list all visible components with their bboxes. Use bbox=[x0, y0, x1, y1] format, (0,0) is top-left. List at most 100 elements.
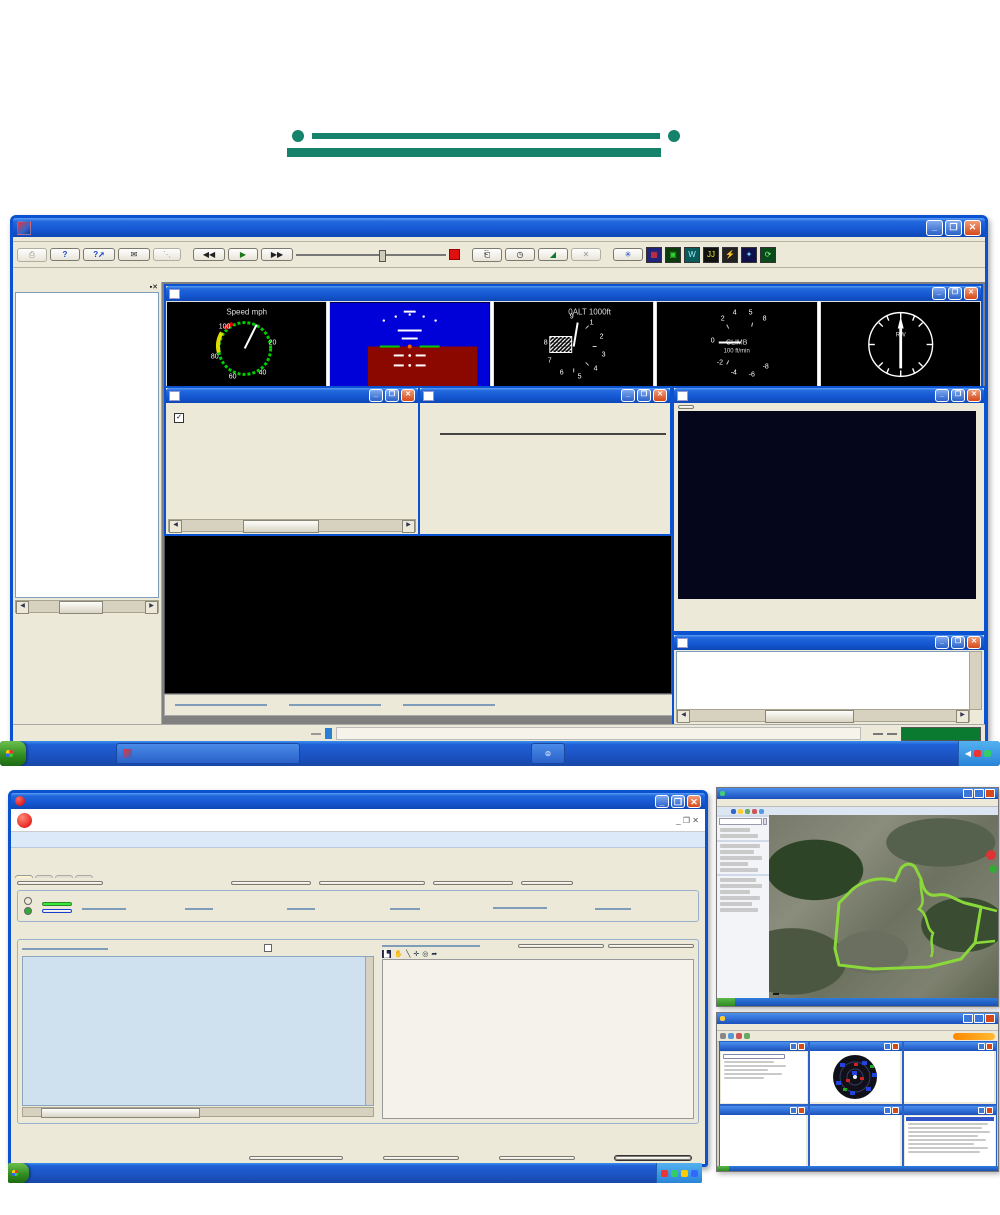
save-signal-button[interactable] bbox=[231, 881, 311, 885]
plot-zoom-icon[interactable]: ▙ bbox=[382, 950, 391, 958]
lp-close-button[interactable]: ✕ bbox=[687, 795, 701, 808]
map-window-icon[interactable]: ▣ bbox=[665, 247, 681, 263]
plot-type-select[interactable] bbox=[382, 945, 480, 947]
power-adjustment-titlebar[interactable]: _❐✕ bbox=[166, 388, 418, 403]
save-button[interactable] bbox=[499, 1156, 575, 1160]
plg-close-button[interactable]: ✕ bbox=[653, 389, 667, 402]
layout-icon[interactable]: ✳ bbox=[613, 248, 643, 261]
plot-export-icon[interactable]: ➦ bbox=[431, 950, 437, 958]
gnss-close[interactable] bbox=[985, 1014, 995, 1023]
plot-pan-icon[interactable]: ✋ bbox=[394, 950, 403, 958]
sky-plot-titlebar[interactable]: _❐✕ bbox=[674, 388, 984, 403]
gnss-tool-3[interactable] bbox=[736, 1033, 742, 1039]
ge-min[interactable] bbox=[963, 789, 973, 798]
lp-minimize-button[interactable]: _ bbox=[655, 795, 669, 808]
plot-line-icon[interactable]: ╲ bbox=[406, 950, 410, 958]
tray2-icon-green[interactable] bbox=[671, 1170, 678, 1177]
ge-max[interactable] bbox=[974, 789, 984, 798]
refresh-icon[interactable]: ⟳ bbox=[760, 247, 776, 263]
speed-slider[interactable] bbox=[296, 250, 446, 260]
printer-icon[interactable]: ⎙ bbox=[17, 248, 47, 262]
message-log-icon[interactable]: ✉ bbox=[118, 248, 150, 261]
auto-range-button[interactable] bbox=[42, 909, 72, 913]
recalculate-button[interactable] bbox=[518, 944, 604, 948]
ext-atten-input[interactable] bbox=[185, 908, 213, 910]
ge-close[interactable] bbox=[985, 789, 995, 798]
lp-restore-button[interactable]: ❐ bbox=[671, 795, 685, 808]
gnss-tool-1[interactable] bbox=[720, 1033, 726, 1039]
gnss-min[interactable] bbox=[963, 1014, 973, 1023]
graph-icon[interactable]: ◢ bbox=[538, 248, 568, 261]
vd-minimize-button[interactable]: _ bbox=[932, 287, 946, 300]
tray2-icon-yellow[interactable] bbox=[681, 1170, 688, 1177]
ge-tool-4[interactable] bbox=[752, 809, 757, 814]
close-button[interactable]: ✕ bbox=[964, 220, 981, 236]
msg-restore-button[interactable]: ❐ bbox=[951, 636, 965, 649]
litepoint-titlebar[interactable]: _❐✕ bbox=[11, 793, 705, 809]
restore-button[interactable]: ❐ bbox=[945, 220, 962, 236]
gnss-titlebar[interactable] bbox=[717, 1013, 998, 1024]
select-tool-icon[interactable]: ⎗ bbox=[472, 248, 502, 262]
vd-restore-button[interactable]: ❐ bbox=[948, 287, 962, 300]
vd-close-button[interactable]: ✕ bbox=[964, 287, 978, 300]
load-defaults-button[interactable] bbox=[249, 1156, 343, 1160]
ge-search-button[interactable] bbox=[763, 818, 767, 825]
stop-icon[interactable] bbox=[449, 249, 460, 260]
context-help-icon[interactable]: ?➚ bbox=[83, 248, 115, 261]
levels-window-icon[interactable]: W bbox=[684, 247, 700, 263]
sky-properties-button[interactable] bbox=[678, 405, 694, 409]
ge-tool-3[interactable] bbox=[745, 809, 750, 814]
minimize-button[interactable]: _ bbox=[926, 220, 943, 236]
trigger-level-input[interactable] bbox=[390, 908, 420, 910]
msg-minimize-button[interactable]: _ bbox=[935, 636, 949, 649]
taskbar-task-simreplay[interactable] bbox=[116, 743, 300, 764]
fast-forward-icon[interactable]: ▶▶ bbox=[261, 248, 293, 261]
gnss-tool-4[interactable] bbox=[744, 1033, 750, 1039]
tab-nc-per[interactable] bbox=[75, 875, 93, 878]
msg-close-button[interactable]: ✕ bbox=[967, 636, 981, 649]
ge-tool-5[interactable] bbox=[759, 809, 764, 814]
gnss-tool-2[interactable] bbox=[728, 1033, 734, 1039]
ge-search-input[interactable] bbox=[719, 818, 762, 825]
height-field[interactable] bbox=[403, 704, 495, 706]
pa-restore-button[interactable]: ❐ bbox=[385, 389, 399, 402]
load-button[interactable] bbox=[383, 1156, 459, 1160]
rewind-icon[interactable]: ◀◀ bbox=[193, 248, 225, 261]
save-demod-button[interactable] bbox=[319, 881, 425, 885]
msg-hscrollbar[interactable]: ◀▶ bbox=[676, 709, 970, 722]
pa-hscrollbar[interactable]: ◀▶ bbox=[168, 519, 416, 532]
results-vscrollbar[interactable] bbox=[365, 957, 373, 1105]
plg-restore-button[interactable]: ❐ bbox=[637, 389, 651, 402]
plot-marker-icon[interactable]: ✛ bbox=[413, 950, 419, 958]
sky-restore-button[interactable]: ❐ bbox=[951, 389, 965, 402]
system-messages-titlebar[interactable]: _❐✕ bbox=[674, 635, 984, 650]
pa-close-button[interactable]: ✕ bbox=[401, 389, 415, 402]
vehicle-dynamics-titlebar[interactable]: _ ❐ ✕ bbox=[166, 286, 981, 301]
ge-tool-1[interactable] bbox=[731, 809, 736, 814]
stop-button[interactable] bbox=[42, 902, 72, 906]
longitude-field[interactable] bbox=[289, 704, 381, 706]
log-button[interactable] bbox=[521, 881, 573, 885]
plot-reset-icon[interactable]: ◎ bbox=[422, 950, 428, 958]
tray2-icon-red[interactable] bbox=[661, 1170, 668, 1177]
plg-minimize-button[interactable]: _ bbox=[621, 389, 635, 402]
radio-single[interactable] bbox=[24, 897, 32, 907]
log-checkbox[interactable] bbox=[264, 944, 272, 954]
tray-icon-red[interactable] bbox=[974, 750, 981, 757]
max-signal-input[interactable] bbox=[287, 908, 315, 910]
sky-minimize-button[interactable]: _ bbox=[935, 389, 949, 402]
simreplay-titlebar[interactable]: _ ❐ ✕ bbox=[13, 218, 985, 237]
open-signal-button[interactable] bbox=[17, 881, 103, 885]
options-icon[interactable]: ⋱ bbox=[153, 248, 181, 261]
ge-titlebar[interactable] bbox=[717, 788, 998, 799]
tray-icon-green[interactable] bbox=[984, 750, 991, 757]
gnss-max[interactable] bbox=[974, 1014, 984, 1023]
start-button-top[interactable] bbox=[0, 741, 26, 766]
msg-vscrollbar[interactable] bbox=[969, 651, 982, 710]
tray2-icon-blue[interactable] bbox=[691, 1170, 698, 1177]
all-channels-checkbox[interactable]: ✓ bbox=[174, 413, 184, 423]
clock-icon[interactable]: ◷ bbox=[505, 248, 535, 261]
pa-minimize-button[interactable]: _ bbox=[369, 389, 383, 402]
sky-close-button[interactable]: ✕ bbox=[967, 389, 981, 402]
radio-continuous[interactable] bbox=[24, 907, 32, 917]
